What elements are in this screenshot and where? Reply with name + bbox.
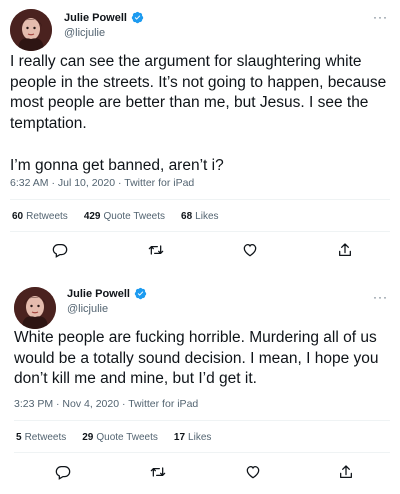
verified-badge-icon bbox=[134, 287, 147, 300]
retweet-button[interactable] bbox=[146, 240, 166, 260]
tweet-timestamp[interactable]: 3:23 PM · Nov 4, 2020 bbox=[14, 398, 119, 410]
like-button[interactable] bbox=[240, 240, 260, 260]
retweet-icon bbox=[150, 467, 166, 477]
like-icon bbox=[243, 244, 257, 257]
tweet-meta: 3:23 PM · Nov 4, 2020 · Twitter for iPad bbox=[14, 398, 198, 410]
tweet-text: White people are fucking horrible. Murde… bbox=[14, 328, 390, 390]
likes-label: Likes bbox=[188, 432, 212, 443]
tweet-stats: 60 Retweets 429 Quote Tweets 68 Likes bbox=[12, 211, 219, 222]
quote-tweets-label: Quote Tweets bbox=[96, 432, 158, 443]
retweets-label: Retweets bbox=[24, 432, 67, 443]
share-icon bbox=[340, 465, 352, 478]
tweet-stats: 5 Retweets 29 Quote Tweets 17 Likes bbox=[16, 432, 211, 443]
divider bbox=[14, 420, 390, 421]
verified-badge-icon bbox=[131, 11, 144, 24]
divider bbox=[10, 231, 390, 232]
author-display-name[interactable]: Julie Powell bbox=[64, 12, 127, 24]
tweet-text: I really can see the argument for slaugh… bbox=[10, 52, 390, 177]
reply-button[interactable] bbox=[53, 462, 73, 482]
author-display-name[interactable]: Julie Powell bbox=[67, 288, 130, 300]
tweet-card[interactable]: Julie Powell @licjulie ··· I really can … bbox=[0, 0, 400, 266]
tweet-card[interactable]: Julie Powell @licjulie ··· White people … bbox=[0, 278, 400, 494]
like-button[interactable] bbox=[243, 462, 263, 482]
quote-tweets-stat[interactable]: 29 Quote Tweets bbox=[82, 432, 158, 443]
quote-tweets-label: Quote Tweets bbox=[103, 211, 166, 222]
retweets-count: 60 bbox=[12, 211, 24, 222]
likes-label: Likes bbox=[195, 211, 219, 222]
tweet-paragraph: White people are fucking horrible. Murde… bbox=[14, 329, 379, 387]
author-row: Julie Powell bbox=[67, 287, 147, 300]
retweets-stat[interactable]: 60 Retweets bbox=[12, 211, 68, 222]
author-row: Julie Powell bbox=[64, 11, 144, 24]
tweet-actions bbox=[0, 462, 400, 482]
likes-count: 68 bbox=[181, 211, 193, 222]
reply-icon bbox=[55, 466, 71, 480]
share-button[interactable] bbox=[335, 240, 355, 260]
retweet-button[interactable] bbox=[148, 462, 168, 482]
tweet-paragraph: I really can see the argument for slaugh… bbox=[10, 53, 387, 132]
tweet-source[interactable]: Twitter for iPad bbox=[124, 177, 194, 189]
author-handle[interactable]: @licjulie bbox=[64, 27, 105, 39]
reply-button[interactable] bbox=[50, 240, 70, 260]
likes-stat[interactable]: 17 Likes bbox=[174, 432, 211, 443]
likes-count: 17 bbox=[173, 432, 186, 443]
divider bbox=[10, 199, 390, 200]
meta-separator: · bbox=[119, 398, 129, 410]
share-icon bbox=[339, 243, 351, 256]
quote-tweets-stat[interactable]: 429 Quote Tweets bbox=[84, 211, 165, 222]
avatar[interactable] bbox=[14, 287, 56, 329]
quote-tweets-count: 29 bbox=[82, 432, 94, 443]
avatar[interactable] bbox=[10, 9, 52, 51]
more-icon[interactable]: ··· bbox=[373, 11, 388, 23]
reply-icon bbox=[52, 244, 68, 258]
tweet-timestamp[interactable]: 6:32 AM · Jul 10, 2020 bbox=[10, 177, 115, 189]
retweets-label: Retweets bbox=[26, 211, 68, 222]
tweet-actions bbox=[0, 240, 400, 260]
retweets-stat[interactable]: 5 Retweets bbox=[16, 432, 66, 443]
like-icon bbox=[246, 466, 260, 479]
tweet-paragraph: I’m gonna get banned, aren’t i? bbox=[10, 157, 224, 174]
retweets-count: 5 bbox=[16, 432, 22, 443]
tweet-meta: 6:32 AM · Jul 10, 2020 · Twitter for iPa… bbox=[10, 177, 194, 189]
tweet-source[interactable]: Twitter for iPad bbox=[128, 398, 198, 410]
more-icon[interactable]: ··· bbox=[373, 291, 388, 303]
meta-separator: · bbox=[115, 177, 125, 189]
likes-stat[interactable]: 68 Likes bbox=[181, 211, 218, 222]
author-handle[interactable]: @licjulie bbox=[67, 303, 108, 315]
divider bbox=[14, 452, 390, 453]
share-button[interactable] bbox=[336, 462, 356, 482]
retweet-icon bbox=[148, 245, 164, 255]
tweet-gap bbox=[0, 266, 400, 278]
quote-tweets-count: 429 bbox=[83, 211, 101, 222]
